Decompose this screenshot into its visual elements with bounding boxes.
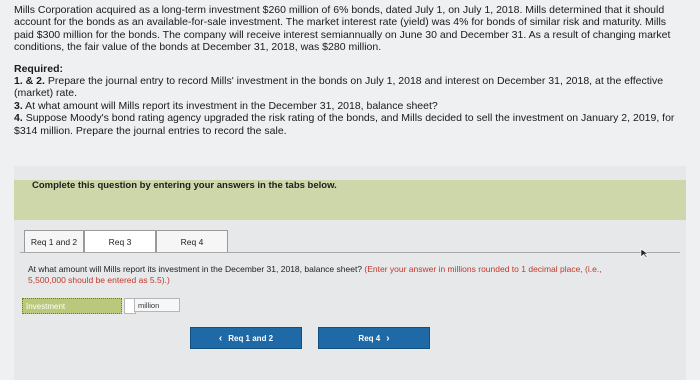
problem-statement: Mills Corporation acquired as a long-ter… [14, 4, 686, 137]
requirement-text: At what amount will Mills report its inv… [25, 99, 438, 112]
question-prompt: At what amount will Mills report its inv… [28, 264, 628, 286]
requirement-item: 4. Suppose Moody's bond rating agency up… [14, 112, 686, 137]
tab-req-4[interactable]: Req 4 [156, 230, 228, 253]
answer-panel: Complete this question by entering your … [14, 166, 686, 380]
investment-label: Investment [22, 298, 122, 314]
next-tab-label: Req 4 [358, 333, 381, 343]
tab-content-divider [20, 252, 680, 253]
prev-tab-label: Req 1 and 2 [228, 333, 274, 343]
required-heading: Required: [14, 62, 64, 75]
prev-tab-button[interactable]: ‹ Req 1 and 2 [190, 327, 302, 349]
next-tab-button[interactable]: Req 4 › [318, 327, 430, 349]
chevron-left-icon: ‹ [218, 332, 223, 344]
tab-req-3[interactable]: Req 3 [84, 230, 156, 253]
mouse-cursor-icon [640, 248, 649, 258]
question-text: At what amount will Mills report its inv… [28, 264, 363, 274]
requirement-text: Suppose Moody's bond rating agency upgra… [14, 112, 675, 137]
requirement-number: 4. [14, 112, 23, 125]
requirement-item: 3. At what amount will Mills report its … [14, 100, 686, 112]
requirement-number: 1. & 2. [14, 75, 45, 88]
investment-unit-label: million [134, 298, 180, 312]
instruction-text: Complete this question by entering your … [32, 180, 337, 191]
chevron-right-icon: › [386, 332, 390, 344]
requirement-item: 1. & 2. Prepare the journal entry to rec… [14, 75, 686, 100]
requirement-number: 3. [14, 99, 23, 112]
problem-intro: Mills Corporation acquired as a long-ter… [14, 4, 671, 54]
tab-req-1-and-2[interactable]: Req 1 and 2 [24, 230, 84, 253]
requirement-text: Prepare the journal entry to record Mill… [14, 75, 664, 100]
